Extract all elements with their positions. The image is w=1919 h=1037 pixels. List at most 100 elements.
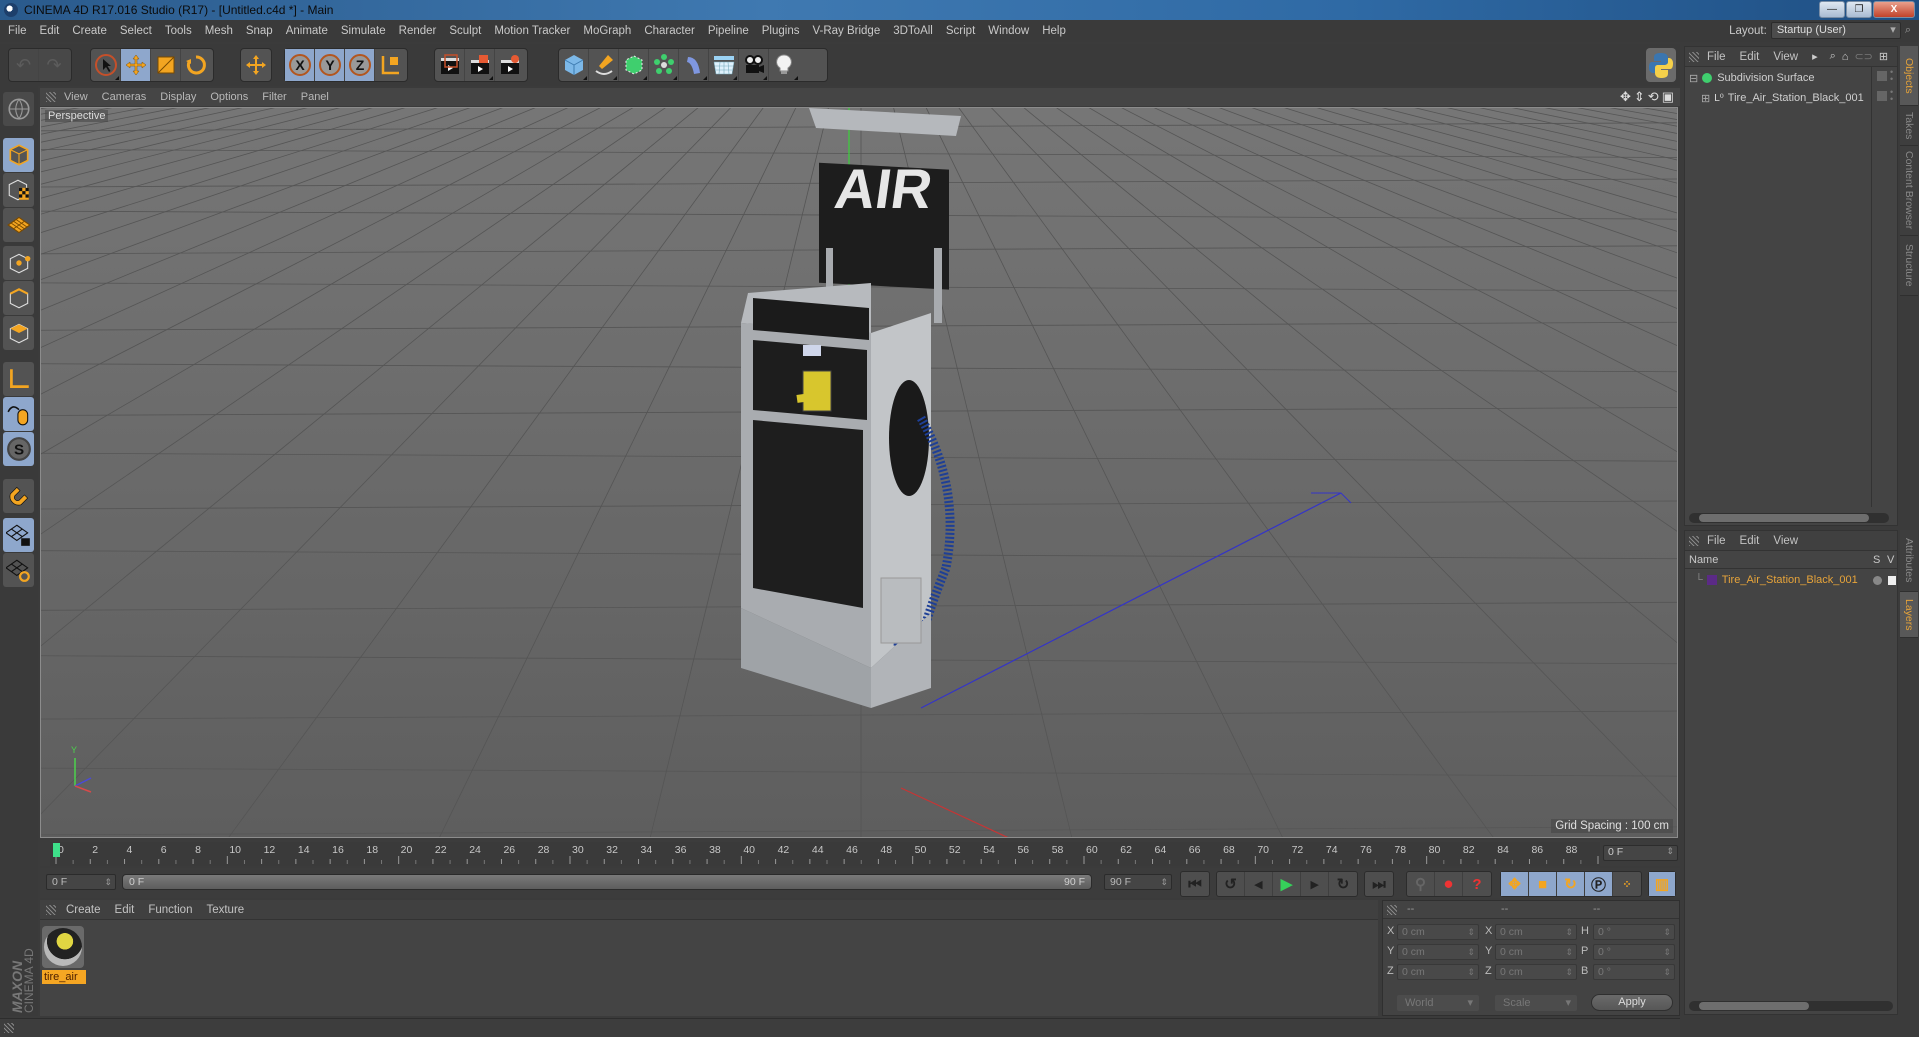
spline-pen-button[interactable] xyxy=(589,49,619,81)
menu-simulate[interactable]: Simulate xyxy=(341,25,386,37)
new-window-icon[interactable]: ⊞ xyxy=(1879,50,1888,63)
layer-menu-view[interactable]: View xyxy=(1773,535,1798,547)
collapse-icon[interactable]: ⊟ xyxy=(1689,72,1698,85)
edges-mode-button[interactable] xyxy=(3,281,34,315)
y-axis-button[interactable]: Y xyxy=(315,49,345,81)
object-name[interactable]: Subdivision Surface xyxy=(1717,72,1814,84)
menu-3dtoall[interactable]: 3DToAll xyxy=(893,25,933,37)
material-menu-function[interactable]: Function xyxy=(148,904,192,916)
column-visible[interactable]: V xyxy=(1887,554,1894,566)
floor-button[interactable] xyxy=(709,49,739,81)
timeline-window-button[interactable]: ▥ xyxy=(1649,872,1675,896)
restore-button[interactable]: ❐ xyxy=(1846,1,1872,18)
keyframe-selection-button[interactable]: ? xyxy=(1463,872,1491,896)
size-x-field[interactable]: 0 cm xyxy=(1495,924,1577,940)
tab-takes[interactable]: Takes xyxy=(1900,106,1918,146)
material-menu-edit[interactable]: Edit xyxy=(115,904,135,916)
tweak-mode-button[interactable] xyxy=(3,397,34,431)
python-console-button[interactable] xyxy=(1646,48,1676,82)
menu-window[interactable]: Window xyxy=(988,25,1029,37)
viewport-menu-panel[interactable]: Panel xyxy=(301,91,329,103)
menu-edit[interactable]: Edit xyxy=(40,25,60,37)
panel-grip-icon[interactable] xyxy=(1387,905,1397,915)
move-tool-button[interactable] xyxy=(121,49,151,81)
panel-grip-icon[interactable] xyxy=(46,92,56,102)
perspective-viewport[interactable]: AIR Y Perspective Grid Spacing: 100 cm xyxy=(40,107,1678,838)
redo-button[interactable]: ↷ xyxy=(39,49,69,81)
tab-attributes[interactable]: Attributes xyxy=(1900,530,1918,592)
viewport-menu-options[interactable]: Options xyxy=(210,91,248,103)
search-icon[interactable]: ⌕ xyxy=(1905,24,1911,37)
home-icon[interactable]: ⌂ xyxy=(1842,51,1849,63)
snap-button[interactable] xyxy=(3,479,34,513)
coordinate-mode-dropdown[interactable]: World xyxy=(1397,995,1479,1011)
close-button[interactable]: X xyxy=(1873,1,1915,18)
layer-tag-icon[interactable] xyxy=(1877,71,1887,81)
tab-content-browser[interactable]: Content Browser xyxy=(1900,146,1918,236)
camera-button[interactable] xyxy=(739,49,769,81)
pos-z-field[interactable]: 0 cm xyxy=(1397,964,1479,980)
rotate-view-icon[interactable]: ⟲ xyxy=(1648,89,1659,105)
goto-start-button[interactable]: ⏮ xyxy=(1181,872,1209,896)
minimize-button[interactable]: — xyxy=(1819,1,1845,18)
menu-pipeline[interactable]: Pipeline xyxy=(708,25,749,37)
panel-grip-icon[interactable] xyxy=(1689,535,1699,546)
object-menu-view[interactable]: View xyxy=(1773,51,1798,63)
cloner-button[interactable] xyxy=(649,49,679,81)
viewport-camera-label[interactable]: Perspective xyxy=(45,110,109,122)
next-key-button[interactable]: ↻ xyxy=(1329,872,1357,896)
zoom-view-icon[interactable]: ⇕ xyxy=(1634,89,1645,105)
coordinate-system-button[interactable] xyxy=(375,49,405,81)
end-frame-field[interactable]: 90 F xyxy=(1104,874,1172,890)
solo-toggle[interactable] xyxy=(1873,575,1882,585)
material-menu-texture[interactable]: Texture xyxy=(206,904,244,916)
prev-frame-button[interactable]: ◂ xyxy=(1245,872,1273,896)
render-settings-button[interactable] xyxy=(495,49,525,81)
current-frame-field[interactable]: 0 F xyxy=(1603,845,1678,861)
visibility-dots-icon[interactable]: • • xyxy=(1890,68,1893,84)
scale-tool-button[interactable] xyxy=(151,49,181,81)
menu-script[interactable]: Script xyxy=(946,25,975,37)
menu-plugins[interactable]: Plugins xyxy=(762,25,800,37)
select-tool-button[interactable] xyxy=(91,49,121,81)
tab-objects[interactable]: Objects xyxy=(1900,46,1918,106)
column-solo[interactable]: S xyxy=(1873,554,1880,566)
next-frame-button[interactable]: ▸ xyxy=(1301,872,1329,896)
goto-end-button[interactable]: ⏭ xyxy=(1365,872,1393,896)
object-menu-edit[interactable]: Edit xyxy=(1740,51,1760,63)
menu-help[interactable]: Help xyxy=(1042,25,1066,37)
solo-mode-button[interactable]: S xyxy=(3,432,34,466)
material-swatch[interactable]: tire_air xyxy=(42,926,86,984)
material-menu-create[interactable]: Create xyxy=(66,904,101,916)
rot-p-field[interactable]: 0 ° xyxy=(1593,944,1675,960)
visibility-dots-icon[interactable]: • • xyxy=(1890,88,1893,104)
layer-color-swatch[interactable] xyxy=(1706,575,1717,585)
frame-ruler[interactable]: 0 2 4 6 8 10 12 14 16 18 20 22 24 26 28 30 32 34 36 38 40 42 4… xyxy=(50,842,1600,866)
start-frame-field[interactable]: 0 F xyxy=(46,874,116,890)
layer-menu-edit[interactable]: Edit xyxy=(1740,535,1760,547)
menu-snap[interactable]: Snap xyxy=(246,25,273,37)
pos-x-field[interactable]: 0 cm xyxy=(1397,924,1479,940)
menu-mesh[interactable]: Mesh xyxy=(205,25,233,37)
undo-button[interactable]: ↶ xyxy=(9,49,39,81)
workplane-align-button[interactable] xyxy=(3,553,34,587)
menu-sculpt[interactable]: Sculpt xyxy=(449,25,481,37)
layer-manager-scrollbar[interactable] xyxy=(1689,1001,1893,1011)
recent-move-button[interactable] xyxy=(241,49,271,81)
viewport-menu-view[interactable]: View xyxy=(64,91,88,103)
visibility-toggle[interactable] xyxy=(1888,575,1896,585)
cube-button[interactable] xyxy=(559,49,589,81)
link-icon[interactable]: ⊂⊃ xyxy=(1854,50,1872,63)
apply-button[interactable]: Apply xyxy=(1591,994,1673,1011)
render-view-button[interactable] xyxy=(435,49,465,81)
key-pla-button[interactable]: ⁘ xyxy=(1613,872,1641,896)
panel-grip-icon[interactable] xyxy=(4,1023,14,1033)
size-z-field[interactable]: 0 cm xyxy=(1495,964,1577,980)
x-axis-button[interactable]: X xyxy=(285,49,315,81)
light-button[interactable] xyxy=(769,49,799,81)
rot-b-field[interactable]: 0 ° xyxy=(1593,964,1675,980)
model-mode-button[interactable] xyxy=(3,92,34,126)
menu-motion-tracker[interactable]: Motion Tracker xyxy=(494,25,570,37)
menu-character[interactable]: Character xyxy=(644,25,695,37)
menu-mograph[interactable]: MoGraph xyxy=(583,25,631,37)
